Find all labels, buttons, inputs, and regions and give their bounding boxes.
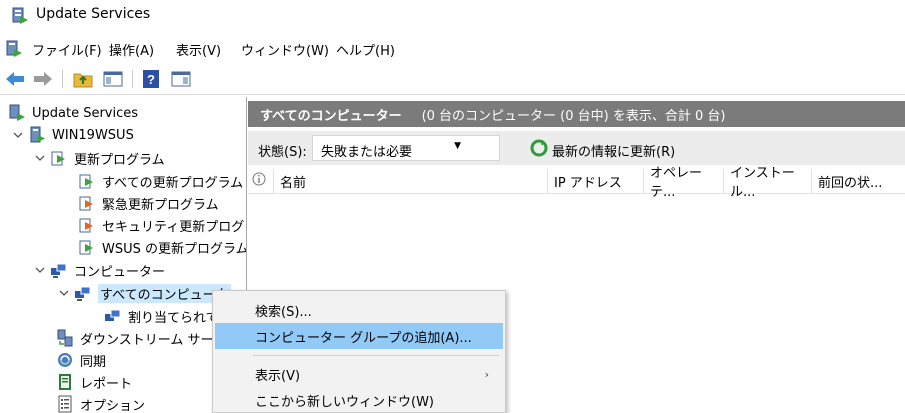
computers-icon <box>50 261 68 279</box>
menu-item-new-window[interactable]: ここから新しいウィンドウ(W) <box>215 387 503 413</box>
column-header-ip[interactable]: IP アドレス <box>548 169 644 193</box>
info-icon <box>252 172 266 190</box>
chevron-down-icon[interactable] <box>58 287 70 299</box>
back-arrow-icon[interactable] <box>4 68 26 90</box>
server-icon <box>28 126 46 144</box>
tree-updates[interactable]: 更新プログラム <box>34 147 165 169</box>
tree-all-computers-label: すべてのコンピュータ <box>98 283 231 303</box>
options-icon <box>56 395 74 413</box>
tree-computers[interactable]: コンピューター <box>34 259 165 281</box>
tree-reports[interactable]: レポート <box>56 371 132 393</box>
tree-reports-label: レポート <box>80 376 133 392</box>
column-header-last-status[interactable]: 前回の状... <box>812 169 905 193</box>
menu-file[interactable]: ファイル(F) <box>32 40 102 59</box>
menu-item-view[interactable]: 表示(V) › <box>215 361 503 387</box>
menu-action[interactable]: 操作(A) <box>109 40 154 59</box>
tree-server[interactable]: WIN19WSUS <box>12 124 134 146</box>
security-updates-icon <box>78 216 96 234</box>
column-header-row: 名前 IP アドレス オペレーテ... インストール... 前回の状... <box>248 166 905 200</box>
refresh-label: 最新の情報に更新(R) <box>552 144 676 160</box>
navigation-tree: Update Services WIN19WSUS 更新プログラム すべての更新… <box>0 97 247 413</box>
up-folder-icon[interactable] <box>72 68 94 90</box>
chevron-down-icon[interactable] <box>34 152 46 164</box>
updates-icon <box>78 172 96 190</box>
tree-sync-label: 同期 <box>80 354 107 370</box>
tree-wsus-updates[interactable]: WSUS の更新プログラム <box>78 236 247 258</box>
toolbar: ? <box>0 64 905 95</box>
tree-critical-updates-label: 緊急更新プログラム <box>102 197 219 213</box>
chevron-down-icon[interactable] <box>34 264 46 276</box>
tree-wsus-updates-label: WSUS の更新プログラム <box>102 241 247 257</box>
title-bar: Update Services <box>0 0 905 32</box>
menu-bar: ファイル(F) 操作(A) 表示(V) ウィンドウ(W) ヘルプ(H) <box>0 36 905 62</box>
critical-updates-icon <box>78 194 96 212</box>
sync-icon <box>56 351 74 369</box>
refresh-button[interactable]: 最新の情報に更新(R) <box>530 139 675 161</box>
filter-bar: 状態(S): 失敗または必要 ▼ 最新の情報に更新(R) <box>248 131 905 165</box>
column-header-os[interactable]: オペレーテ... <box>644 166 724 200</box>
menu-window[interactable]: ウィンドウ(W) <box>241 40 329 59</box>
column-header-installed[interactable]: インストール... <box>724 166 812 200</box>
tree-critical-updates[interactable]: 緊急更新プログラム <box>78 192 219 214</box>
update-services-icon <box>8 104 26 122</box>
tree-all-updates[interactable]: すべての更新プログラム <box>78 170 243 192</box>
status-dropdown-value: 失敗または必要 <box>321 145 413 160</box>
tree-sync[interactable]: 同期 <box>56 349 106 371</box>
menu-separator <box>253 355 499 356</box>
update-services-icon <box>10 6 30 26</box>
tree-unassigned-label: 割り当てられて <box>128 310 219 326</box>
toolbar-divider <box>62 70 63 88</box>
help-icon[interactable]: ? <box>140 68 162 90</box>
action-pane-icon[interactable] <box>170 68 192 90</box>
toolbar-divider <box>132 70 133 88</box>
tree-options[interactable]: オプション <box>56 393 145 413</box>
tree-root[interactable]: Update Services <box>8 102 138 124</box>
updates-icon <box>50 149 68 167</box>
tree-security-updates[interactable]: セキュリティ更新プログラム <box>78 214 246 236</box>
pane-header: すべてのコンピューター (0 台のコンピューター (0 台中) を表示、合計 0… <box>248 101 905 127</box>
status-label: 状態(S): <box>258 145 307 160</box>
dropdown-arrow-icon[interactable]: ▼ <box>454 141 461 151</box>
column-header-name[interactable]: 名前 <box>274 169 548 193</box>
downstream-servers-icon <box>56 329 74 347</box>
context-menu: 検索(S)... コンピューター グループの追加(A)... 表示(V) › こ… <box>212 290 506 413</box>
tree-all-updates-label: すべての更新プログラム <box>102 175 244 191</box>
updates-icon <box>78 238 96 256</box>
window-title: Update Services <box>36 6 151 22</box>
system-menu-icon[interactable] <box>4 39 24 59</box>
info-column-header[interactable] <box>248 169 274 193</box>
svg-text:?: ? <box>147 72 155 87</box>
menu-item-search[interactable]: 検索(S)... <box>215 297 503 323</box>
show-hide-pane-icon[interactable] <box>102 68 124 90</box>
tree-all-computers[interactable]: すべてのコンピュータ <box>58 282 231 304</box>
forward-arrow-icon[interactable] <box>32 68 54 90</box>
status-dropdown[interactable]: 失敗または必要 ▼ <box>312 135 500 161</box>
refresh-icon <box>530 139 548 161</box>
menu-item-add-computer-group[interactable]: コンピューター グループの追加(A)... <box>215 323 503 349</box>
reports-icon <box>56 373 74 391</box>
tree-updates-label: 更新プログラム <box>74 152 165 168</box>
menu-view[interactable]: 表示(V) <box>176 40 221 59</box>
tree-security-updates-label: セキュリティ更新プログラム <box>102 219 246 235</box>
tree-server-label: WIN19WSUS <box>52 127 134 143</box>
menu-help[interactable]: ヘルプ(H) <box>336 40 395 59</box>
pane-header-summary: (0 台のコンピューター (0 台中) を表示、合計 0 台) <box>421 108 726 124</box>
pane-header-title: すべてのコンピューター <box>260 108 402 124</box>
chevron-down-icon[interactable] <box>12 129 24 141</box>
tree-unassigned[interactable]: 割り当てられて <box>104 305 219 327</box>
tree-computers-label: コンピューター <box>74 264 166 280</box>
computers-icon <box>104 307 122 325</box>
submenu-arrow-icon: › <box>484 367 489 381</box>
tree-root-label: Update Services <box>32 105 139 121</box>
computers-icon <box>74 284 92 302</box>
tree-options-label: オプション <box>80 398 146 413</box>
